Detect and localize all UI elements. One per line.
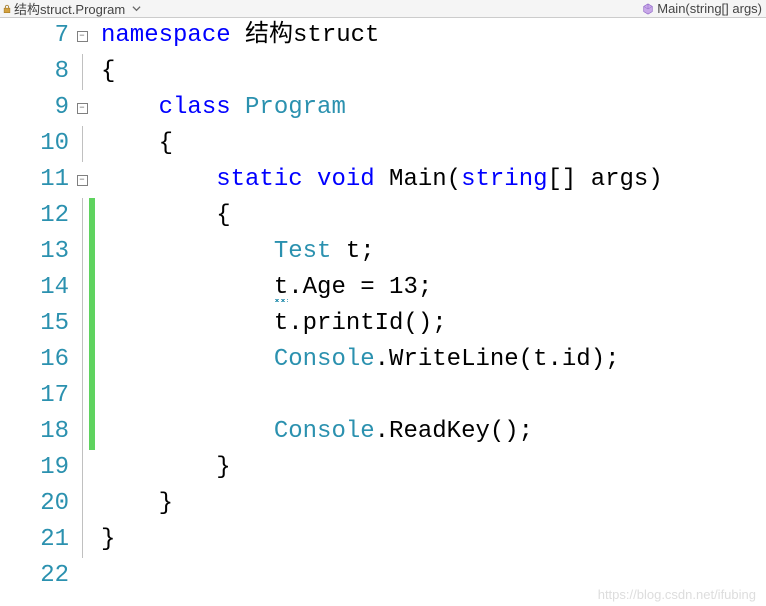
code-token: string xyxy=(461,162,547,198)
code-token xyxy=(101,162,216,198)
line-number: 11 xyxy=(0,162,75,198)
code-line[interactable]: { xyxy=(101,126,766,162)
code-line[interactable]: Console.WriteLine(t.id); xyxy=(101,342,766,378)
code-token xyxy=(101,270,274,306)
line-number-gutter: 78910111213141516171819202122 xyxy=(0,18,75,606)
code-token: Test xyxy=(274,234,332,270)
line-number: 22 xyxy=(0,558,75,594)
line-number: 12 xyxy=(0,198,75,234)
fold-cell xyxy=(75,558,89,594)
code-token: t.printId(); xyxy=(101,306,447,342)
fold-cell xyxy=(75,522,89,558)
fold-cell[interactable]: − xyxy=(75,90,89,126)
code-line[interactable]: } xyxy=(101,486,766,522)
line-number: 19 xyxy=(0,450,75,486)
chevron-down-icon xyxy=(129,2,143,16)
code-token: t xyxy=(274,270,288,306)
code-area[interactable]: namespace 结构struct{ class Program { stat… xyxy=(95,18,766,606)
code-token xyxy=(303,162,317,198)
fold-toggle-icon[interactable]: − xyxy=(77,175,88,186)
code-line[interactable]: Test t; xyxy=(101,234,766,270)
fold-cell xyxy=(75,270,89,306)
breadcrumb-method[interactable]: Main(string[] args) xyxy=(642,1,766,16)
code-line[interactable]: } xyxy=(101,522,766,558)
code-token: } xyxy=(101,522,115,558)
code-line[interactable]: class Program xyxy=(101,90,766,126)
breadcrumb-method-label: Main(string[] args) xyxy=(657,1,762,16)
line-number: 16 xyxy=(0,342,75,378)
code-token: .Age = 13; xyxy=(288,270,432,306)
code-token: { xyxy=(101,54,115,90)
line-number: 20 xyxy=(0,486,75,522)
code-token xyxy=(231,90,245,126)
code-token: [] args) xyxy=(548,162,663,198)
code-token: 结构struct xyxy=(231,18,380,54)
fold-cell xyxy=(75,54,89,90)
code-line[interactable]: { xyxy=(101,198,766,234)
code-line[interactable]: t.printId(); xyxy=(101,306,766,342)
code-token: namespace xyxy=(101,18,231,54)
code-token xyxy=(101,342,274,378)
method-icon xyxy=(642,3,654,15)
fold-column: − − − xyxy=(75,18,89,606)
code-line[interactable]: { xyxy=(101,54,766,90)
line-number: 9 xyxy=(0,90,75,126)
breadcrumb-class-label: 结构struct.Program xyxy=(14,0,125,18)
code-token: .ReadKey(); xyxy=(375,414,533,450)
code-line[interactable]: t.Age = 13; xyxy=(101,270,766,306)
code-token: Console xyxy=(274,342,375,378)
code-token xyxy=(101,90,159,126)
code-token: Program xyxy=(245,90,346,126)
fold-cell[interactable]: − xyxy=(75,18,89,54)
code-token: } xyxy=(101,450,231,486)
fold-cell xyxy=(75,198,89,234)
code-line[interactable]: namespace 结构struct xyxy=(101,18,766,54)
fold-toggle-icon[interactable]: − xyxy=(77,103,88,114)
line-number: 10 xyxy=(0,126,75,162)
code-line[interactable]: static void Main(string[] args) xyxy=(101,162,766,198)
fold-cell xyxy=(75,306,89,342)
code-editor[interactable]: 78910111213141516171819202122 − − − namesp… xyxy=(0,18,766,606)
code-token: Main( xyxy=(375,162,461,198)
line-number: 7 xyxy=(0,18,75,54)
line-number: 18 xyxy=(0,414,75,450)
line-number: 13 xyxy=(0,234,75,270)
fold-cell xyxy=(75,486,89,522)
breadcrumb-class[interactable]: 结构struct.Program xyxy=(0,0,642,18)
fold-cell xyxy=(75,126,89,162)
line-number: 14 xyxy=(0,270,75,306)
code-token: } xyxy=(101,486,173,522)
code-token: t; xyxy=(331,234,374,270)
line-number: 8 xyxy=(0,54,75,90)
fold-cell xyxy=(75,450,89,486)
code-line[interactable]: Console.ReadKey(); xyxy=(101,414,766,450)
code-line[interactable] xyxy=(101,378,766,414)
code-token: Console xyxy=(274,414,375,450)
code-token: { xyxy=(101,198,231,234)
code-token xyxy=(101,414,274,450)
code-token: .WriteLine(t.id); xyxy=(375,342,620,378)
code-token: class xyxy=(159,90,231,126)
code-line[interactable]: } xyxy=(101,450,766,486)
line-number: 17 xyxy=(0,378,75,414)
fold-cell xyxy=(75,234,89,270)
fold-toggle-icon[interactable]: − xyxy=(77,31,88,42)
watermark: https://blog.csdn.net/ifubing xyxy=(598,587,756,602)
fold-cell xyxy=(75,342,89,378)
code-token: { xyxy=(101,126,173,162)
code-token: void xyxy=(317,162,375,198)
fold-cell xyxy=(75,414,89,450)
fold-cell xyxy=(75,378,89,414)
line-number: 15 xyxy=(0,306,75,342)
fold-cell[interactable]: − xyxy=(75,162,89,198)
code-token: static xyxy=(216,162,302,198)
breadcrumb-bar: 结构struct.Program Main(string[] args) xyxy=(0,0,766,18)
code-token xyxy=(101,234,274,270)
lock-icon xyxy=(2,4,12,14)
line-number: 21 xyxy=(0,522,75,558)
